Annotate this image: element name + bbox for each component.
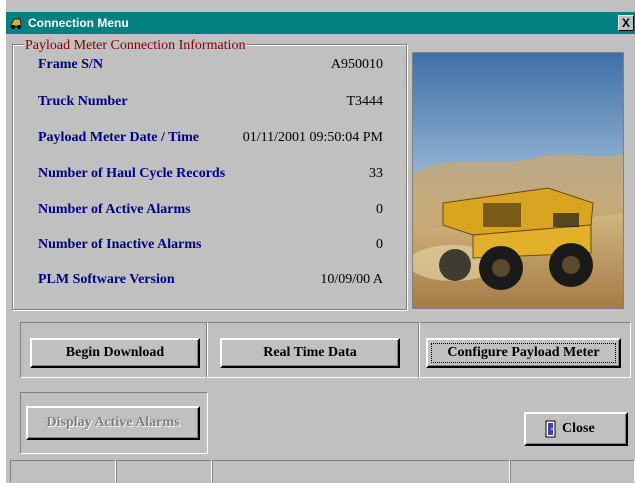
info-label: Number of Active Alarms [38,202,191,217]
info-value: T3444 [346,94,383,109]
info-row-active-alarms: Number of Active Alarms 0 [38,200,383,220]
status-cell [212,460,510,482]
group-legend: Payload Meter Connection Information [24,38,247,53]
info-value: 0 [376,237,383,252]
info-row-date-time: Payload Meter Date / Time 01/11/2001 09:… [38,128,383,148]
info-row-frame-sn: Frame S/N A950010 [38,55,383,75]
focus-ring [431,343,616,363]
display-active-alarms-button[interactable]: Display Active Alarms [26,406,200,440]
real-time-data-button[interactable]: Real Time Data [220,338,400,368]
info-value: 10/09/00 A [320,272,383,287]
mining-truck-icon [9,16,23,30]
info-value: 33 [369,166,383,181]
info-value: 0 [376,202,383,217]
info-label: Payload Meter Date / Time [38,130,199,145]
close-label: Close [562,421,595,436]
info-label: Frame S/N [38,57,103,72]
info-row-inactive-alarms: Number of Inactive Alarms 0 [38,235,383,255]
close-button[interactable]: Close [524,412,628,446]
window-title: Connection Menu [28,16,129,30]
info-row-haul-cycle-records: Number of Haul Cycle Records 33 [38,164,383,184]
status-bar [6,460,635,483]
info-value: 01/11/2001 09:50:04 PM [242,130,383,145]
info-label: Number of Haul Cycle Records [38,166,226,181]
info-label: Number of Inactive Alarms [38,237,202,252]
status-cell [116,460,212,482]
configure-payload-meter-button[interactable]: Configure Payload Meter [426,338,621,368]
button-separator [418,322,420,378]
status-cell [10,460,116,482]
info-row-plm-software-version: PLM Software Version 10/09/00 A [38,270,383,290]
close-icon[interactable]: X [618,15,634,31]
info-value: A950010 [330,57,383,72]
connection-menu-window: Connection Menu X Payload Meter Connecti… [6,0,635,483]
begin-download-button[interactable]: Begin Download [30,338,200,368]
status-cell [510,460,635,482]
info-label: Truck Number [38,94,128,109]
title-bar[interactable]: Connection Menu X [6,12,635,34]
door-exit-icon [545,420,556,438]
info-label: PLM Software Version [38,272,175,287]
info-row-truck-number: Truck Number T3444 [38,92,383,112]
haul-truck-photo [412,52,624,309]
button-separator [206,322,208,378]
